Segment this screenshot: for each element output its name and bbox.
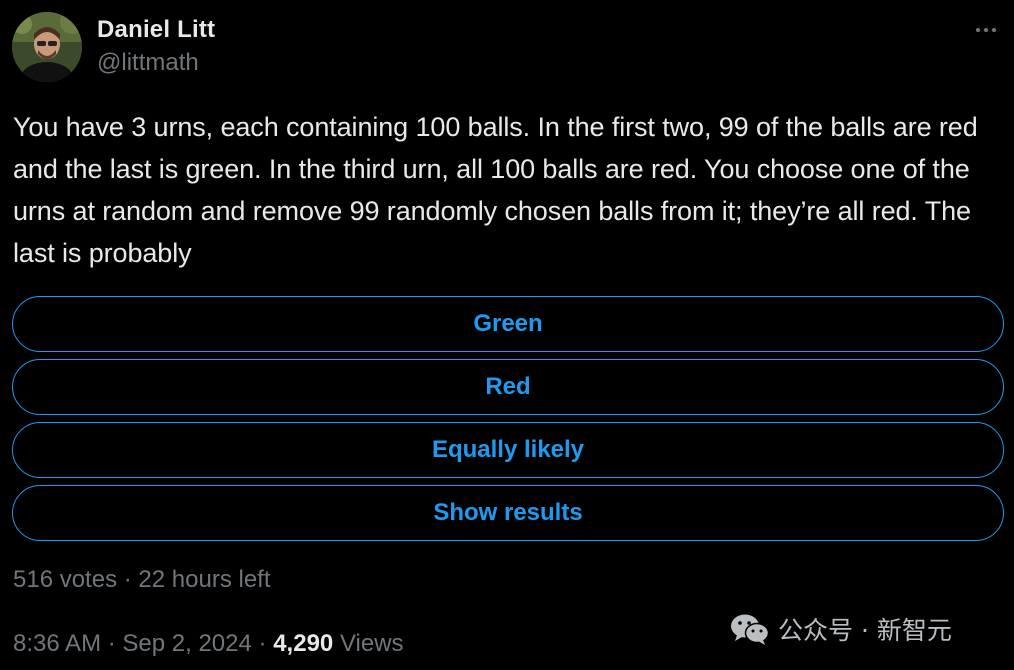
poll-option-red[interactable]: Red — [12, 359, 1004, 415]
more-horizontal-icon[interactable] — [970, 18, 1002, 42]
views-label: Views — [339, 630, 404, 657]
separator: · — [258, 630, 267, 657]
separator: · — [107, 630, 116, 657]
poll-status: 516 votes · 22 hours left — [13, 563, 271, 597]
tweet-date[interactable]: Sep 2, 2024 — [122, 630, 251, 657]
show-results-button[interactable]: Show results — [12, 485, 1004, 541]
watermark-text: 公众号 · 新智元 — [778, 616, 952, 645]
tweet-text: You have 3 urns, each containing 100 bal… — [13, 112, 978, 268]
tweet-header: Daniel Litt @littmath — [12, 12, 1002, 84]
poll-time-left: 22 hours left — [138, 566, 271, 593]
wechat-icon — [731, 614, 770, 645]
author-display-name[interactable]: Daniel Litt — [97, 14, 215, 46]
poll: Green Red Equally likely Show results — [12, 296, 1004, 548]
watermark: 公众号 · 新智元 — [730, 612, 952, 646]
poll-option-green[interactable]: Green — [12, 296, 1004, 352]
tweet-meta: 8:36 AM · Sep 2, 2024 · 4,290 Views — [13, 627, 404, 661]
tweet-time[interactable]: 8:36 AM — [13, 630, 101, 657]
profile-photo-icon — [12, 12, 82, 82]
separator: · — [123, 566, 132, 593]
poll-votes: 516 votes — [13, 566, 118, 593]
poll-option-equally-likely[interactable]: Equally likely — [12, 422, 1004, 478]
author-handle[interactable]: @littmath — [97, 46, 215, 80]
avatar[interactable] — [12, 12, 82, 82]
views-count: 4,290 — [273, 630, 334, 657]
